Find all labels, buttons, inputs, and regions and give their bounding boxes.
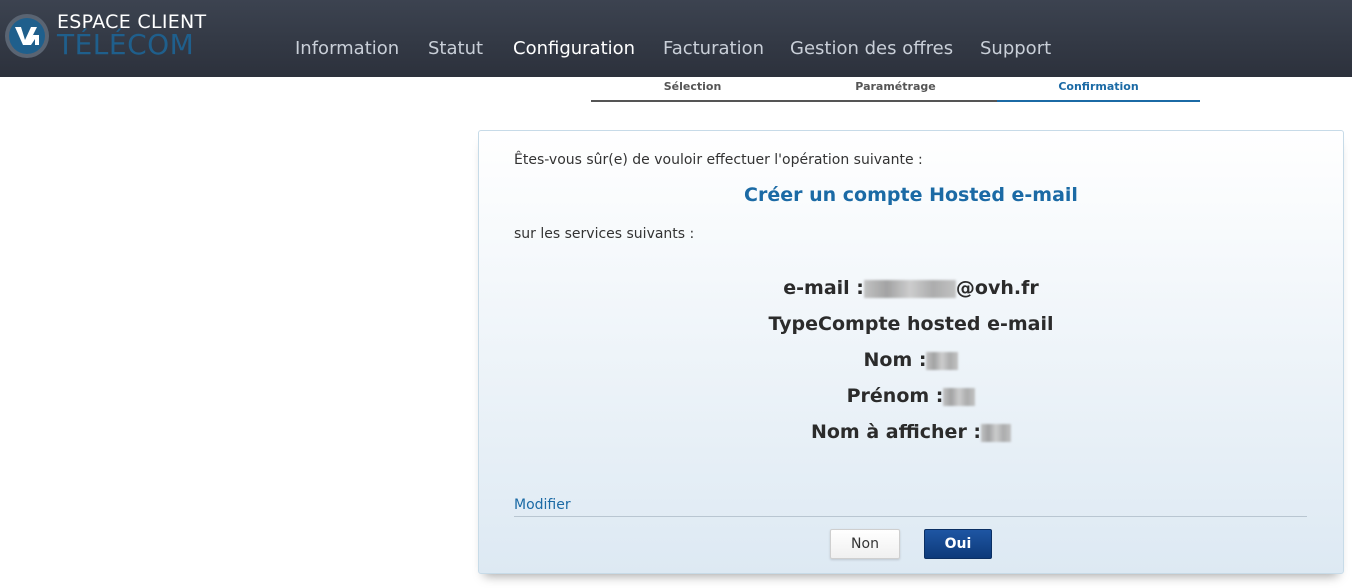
no-button[interactable]: Non <box>830 529 900 559</box>
nav-information[interactable]: Information <box>295 38 399 59</box>
step-parametrage: Paramétrage <box>794 80 997 102</box>
prenom-label: Prénom : <box>846 385 944 407</box>
redacted-prenom <box>943 387 976 406</box>
operation-title: Créer un compte Hosted e-mail <box>744 184 1078 206</box>
ovh-logo-icon <box>5 14 49 58</box>
nom-afficher-row: Nom à afficher : <box>479 421 1343 443</box>
email-label: e-mail : <box>783 277 864 299</box>
email-row: e-mail : @ovh.fr <box>479 277 1343 299</box>
nom-row: Nom : <box>479 349 1343 371</box>
nav-gestion-des-offres[interactable]: Gestion des offres <box>790 38 953 59</box>
yes-button[interactable]: Oui <box>924 529 992 559</box>
nav-facturation[interactable]: Facturation <box>663 38 764 59</box>
top-bar: ESPACE CLIENT TÉLÉCOM Information Statut… <box>0 0 1352 77</box>
email-domain: @ovh.fr <box>955 277 1039 299</box>
nom-afficher-label: Nom à afficher : <box>810 421 982 443</box>
services-label: sur les services suivants : <box>514 226 695 242</box>
nom-label: Nom : <box>863 349 927 371</box>
divider <box>514 516 1307 517</box>
redacted-nom-afficher <box>981 423 1012 442</box>
nav-configuration[interactable]: Configuration <box>513 38 635 59</box>
prenom-row: Prénom : <box>479 385 1343 407</box>
wizard-steps: Sélection Paramétrage Confirmation <box>591 80 1200 102</box>
confirm-question: Êtes-vous sûr(e) de vouloir effectuer l'… <box>514 152 923 168</box>
step-selection: Sélection <box>591 80 794 102</box>
nav-support[interactable]: Support <box>980 38 1051 59</box>
redacted-nom <box>926 351 959 370</box>
modify-link[interactable]: Modifier <box>514 497 571 513</box>
type-row: TypeCompte hosted e-mail <box>768 313 1054 335</box>
step-confirmation: Confirmation <box>997 80 1200 102</box>
confirmation-panel: Êtes-vous sûr(e) de vouloir effectuer l'… <box>478 130 1344 574</box>
brand-subtitle: TÉLÉCOM <box>57 28 195 61</box>
nav-statut[interactable]: Statut <box>428 38 483 59</box>
redacted-email-user <box>863 279 956 298</box>
